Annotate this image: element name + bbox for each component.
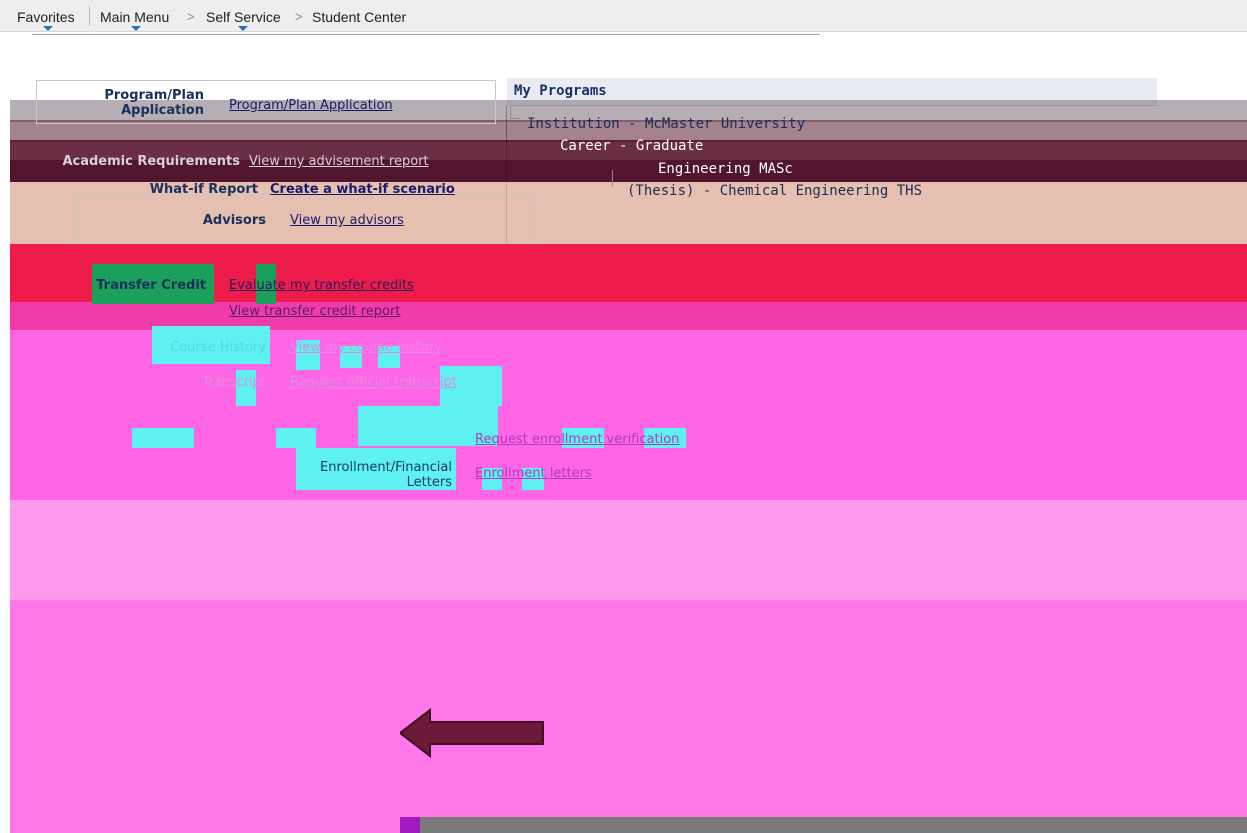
view-advisors-link[interactable]: View my advisors [290, 213, 404, 228]
scrollbar-thumb[interactable] [400, 817, 420, 833]
nav-underline [32, 34, 820, 35]
course-history-link[interactable]: View my course history [290, 340, 442, 355]
main-menu[interactable]: Main Menu [100, 9, 169, 25]
overlay-block [132, 428, 194, 448]
academic-requirements-label: Academic Requirements [62, 154, 240, 169]
favorites-dropdown-icon[interactable] [43, 26, 53, 31]
nav-divider [89, 6, 90, 26]
evaluate-transfer-credits-link[interactable]: Evaluate my transfer credits [229, 278, 414, 293]
enrollment-financial-letters-label: Enrollment/Financial Letters [320, 460, 452, 490]
institution-node: Institution - McMaster University [527, 116, 806, 132]
breadcrumb-separator-icon: > [187, 9, 195, 24]
tree-connector [510, 118, 520, 119]
program-plan-label: Program/Plan Application [104, 88, 204, 118]
self-service-dropdown-icon[interactable] [238, 26, 248, 31]
left-arrow-icon [400, 708, 544, 758]
overlay-block [276, 428, 316, 448]
student-center-crumb[interactable]: Student Center [312, 9, 406, 25]
what-if-scenario-link[interactable]: Create a what-if scenario [270, 182, 455, 197]
programs-title: My Programs [514, 83, 607, 99]
favorites-menu[interactable]: Favorites [17, 9, 75, 25]
bottom-scrollbar[interactable] [400, 817, 1247, 833]
main-menu-dropdown-icon[interactable] [131, 26, 141, 31]
self-service-menu[interactable]: Self Service [206, 9, 281, 25]
program-node: Engineering MASc [658, 161, 793, 177]
transfer-credit-label: Transfer Credit [96, 278, 206, 293]
overlay-band [10, 500, 1247, 600]
plan-node: (Thesis) - Chemical Engineering THS [627, 183, 923, 199]
breadcrumb-nav: Favorites Main Menu > Self Service > Stu… [0, 0, 1247, 32]
tree-connector [510, 106, 511, 118]
overlay-band [10, 600, 1247, 833]
course-history-label: Course History [170, 340, 266, 355]
official-transcript-link[interactable]: Request official transcript [290, 375, 457, 390]
advisors-label: Advisors [202, 213, 266, 228]
career-node: Career - Graduate [560, 138, 704, 154]
tree-connector [612, 170, 613, 186]
breadcrumb-separator-icon: > [295, 9, 303, 24]
transfer-credit-report-link[interactable]: View transfer credit report [229, 304, 400, 319]
enrollment-letters-link[interactable]: Enrollment letters [475, 466, 592, 481]
advisement-report-link[interactable]: View my advisement report [249, 154, 429, 169]
enrollment-verification-link[interactable]: Request enrollment verification [475, 432, 679, 447]
program-plan-link[interactable]: Program/Plan Application [229, 98, 393, 113]
what-if-report-label: What-if Report [149, 182, 258, 197]
transcript-label: Transcript [202, 375, 266, 390]
